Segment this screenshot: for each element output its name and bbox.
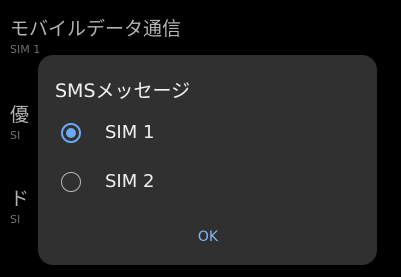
- ok-button[interactable]: OK: [183, 223, 233, 251]
- option-label: SIM 1: [105, 122, 155, 143]
- setting-title: モバイルデータ通信: [10, 18, 182, 40]
- setting-title: ド: [10, 188, 30, 210]
- radio-unchecked-icon[interactable]: [61, 172, 81, 192]
- option-label: SIM 2: [105, 171, 155, 192]
- radio-checked-icon[interactable]: [61, 123, 81, 143]
- setting-preferred[interactable]: 優 SI: [10, 104, 29, 143]
- option-sim-2[interactable]: SIM 2: [38, 160, 377, 204]
- setting-subtitle: SI: [10, 213, 21, 226]
- setting-other[interactable]: ド SI: [10, 188, 29, 227]
- setting-title: 優: [10, 104, 30, 126]
- sms-sim-dialog: SMSメッセージ SIM 1 SIM 2 OK: [38, 55, 377, 265]
- setting-mobile-data[interactable]: モバイルデータ通信 SIM 1: [10, 18, 181, 57]
- dialog-title: SMSメッセージ: [55, 80, 191, 102]
- option-sim-1[interactable]: SIM 1: [38, 111, 377, 155]
- setting-subtitle: SI: [10, 129, 21, 142]
